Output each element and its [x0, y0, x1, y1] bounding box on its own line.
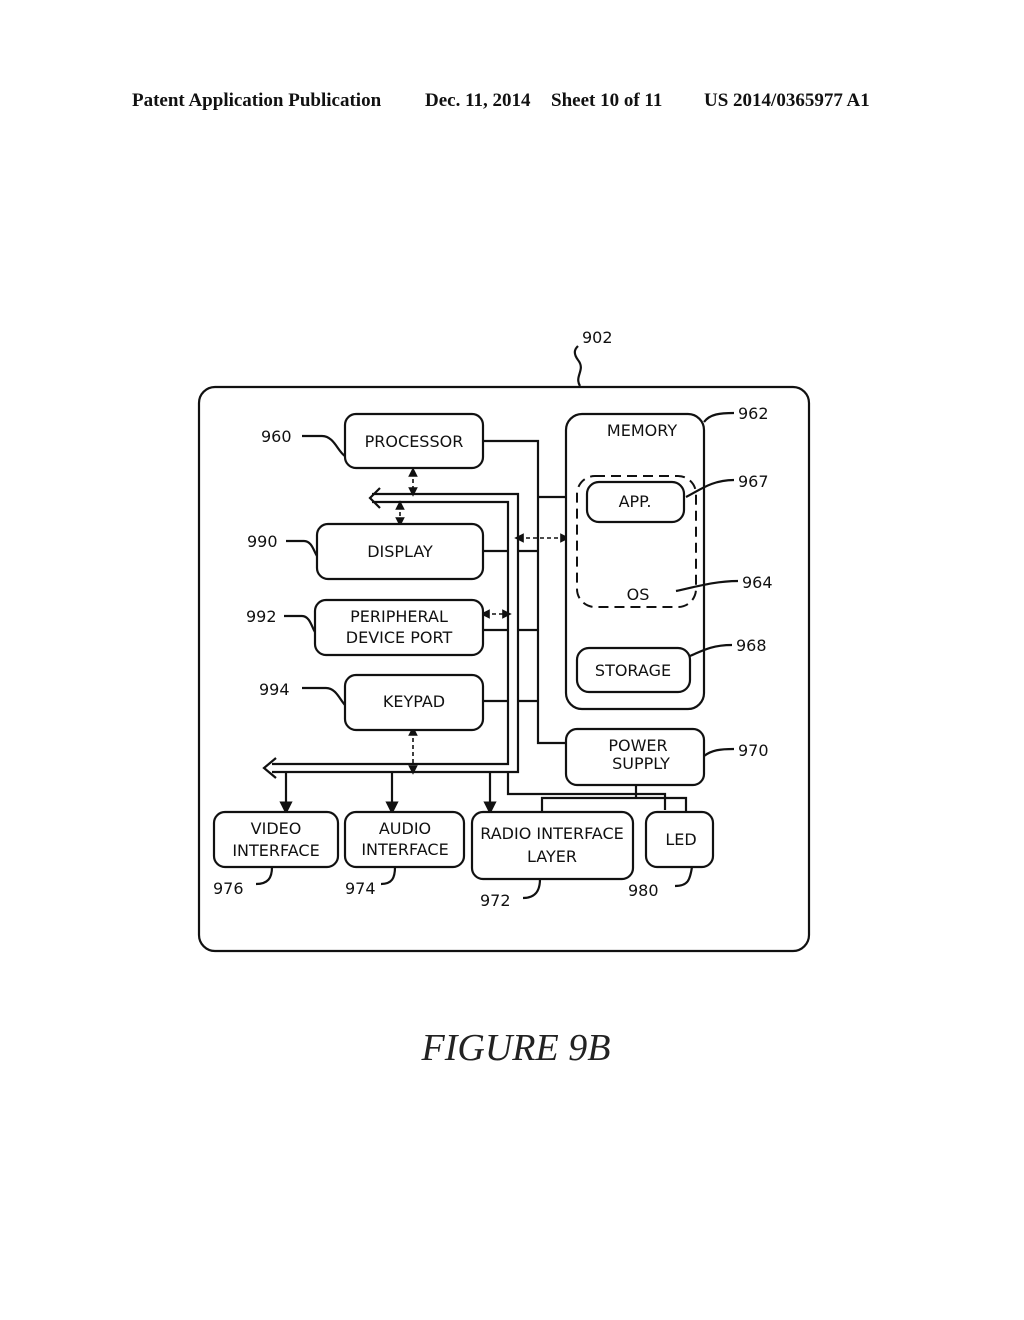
radio-label-2: LAYER — [527, 847, 577, 866]
radio-label-1: RADIO INTERFACE — [480, 824, 624, 843]
display-block: DISPLAY — [315, 522, 485, 581]
video-ref: 976 — [213, 879, 244, 898]
audio-ref: 974 — [345, 879, 376, 898]
block-diagram: 902 PROCESSOR 960 DISPLAY 990 PERIPHERAL… — [197, 328, 811, 1069]
video-interface-block: VIDEO INTERFACE — [212, 810, 340, 869]
led-block: LED — [644, 810, 715, 869]
processor-label: PROCESSOR — [365, 432, 464, 451]
power-label-2: SUPPLY — [612, 754, 670, 773]
audio-label-1: AUDIO — [379, 819, 431, 838]
app-label: APP. — [619, 492, 652, 511]
keypad-block: KEYPAD — [343, 673, 485, 732]
radio-ref: 972 — [480, 891, 511, 910]
processor-block: PROCESSOR — [343, 412, 485, 470]
radio-interface-block: RADIO INTERFACE LAYER — [470, 810, 635, 881]
led-label: LED — [665, 830, 696, 849]
figure-caption: FIGURE 9B — [421, 1027, 611, 1069]
storage-label: STORAGE — [595, 661, 671, 680]
memory-block: MEMORY APP. OS STORAGE — [564, 412, 706, 711]
peripheral-ref: 992 — [246, 607, 277, 626]
keypad-ref: 994 — [259, 680, 290, 699]
os-ref: 964 — [742, 573, 773, 592]
video-label-1: VIDEO — [251, 819, 302, 838]
app-ref: 967 — [738, 472, 769, 491]
video-label-2: INTERFACE — [232, 841, 319, 860]
os-label: OS — [627, 585, 650, 604]
memory-ref: 962 — [738, 404, 769, 423]
audio-interface-block: AUDIO INTERFACE — [343, 810, 466, 869]
power-label-1: POWER — [608, 736, 667, 755]
storage-ref: 968 — [736, 636, 767, 655]
memory-label: MEMORY — [607, 421, 677, 440]
peripheral-label-2: DEVICE PORT — [346, 628, 453, 647]
display-label: DISPLAY — [367, 542, 433, 561]
processor-ref: 960 — [261, 427, 292, 446]
device-ref-leader — [573, 345, 582, 387]
led-ref: 980 — [628, 881, 659, 900]
display-ref: 990 — [247, 532, 278, 551]
power-supply-block: POWER SUPPLY — [564, 727, 706, 787]
keypad-label: KEYPAD — [383, 692, 445, 711]
audio-label-2: INTERFACE — [361, 840, 448, 859]
peripheral-port-block: PERIPHERAL DEVICE PORT — [313, 598, 485, 657]
peripheral-label-1: PERIPHERAL — [350, 607, 448, 626]
device-ref: 902 — [582, 328, 613, 347]
power-ref: 970 — [738, 741, 769, 760]
